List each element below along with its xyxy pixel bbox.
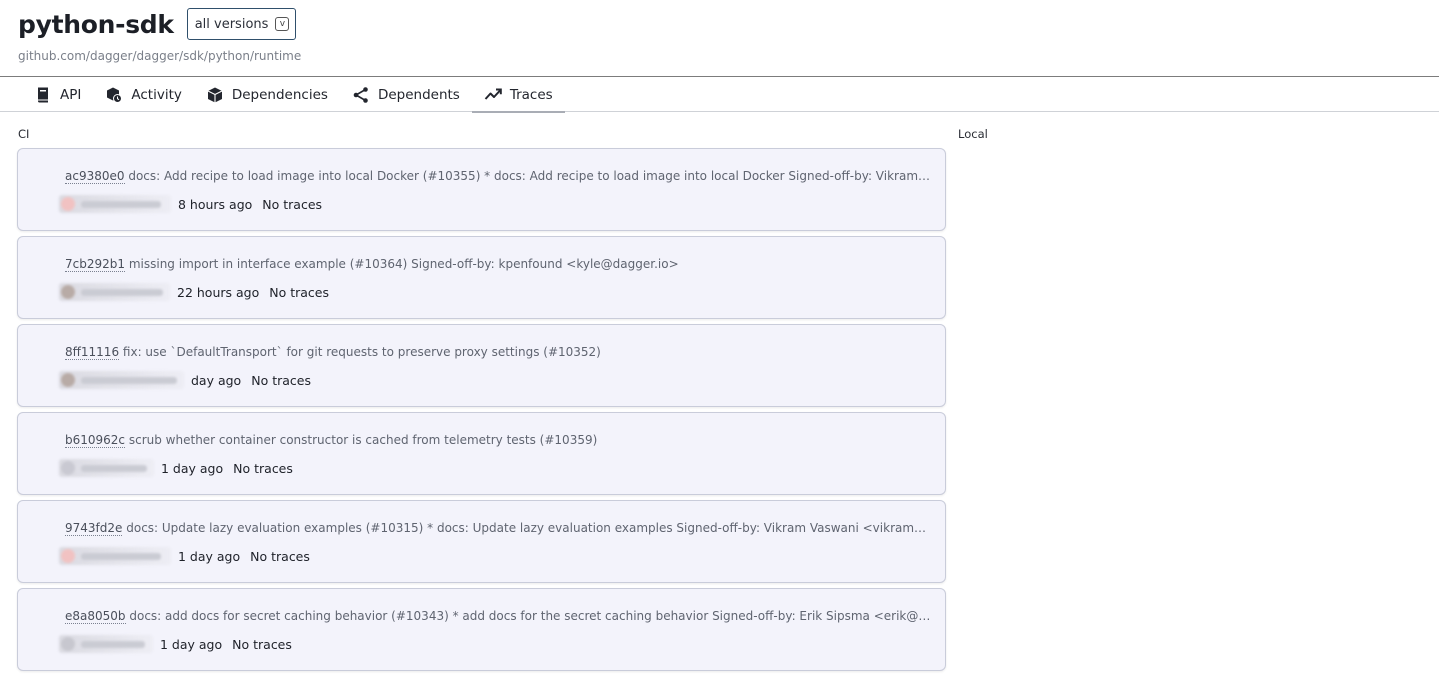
local-column-label: Local [958,127,988,141]
page-title: python-sdk [18,9,174,39]
ci-column-label: CI [18,127,30,141]
author-avatar-blurred [59,547,171,565]
commit-title: e8a8050b docs: add docs for secret cachi… [65,609,933,626]
ci-commit-list: ac9380e0 docs: Add recipe to load image … [17,148,946,676]
commit-sha-link[interactable]: b610962c [65,433,126,448]
commit-card[interactable]: e8a8050b docs: add docs for secret cachi… [17,588,946,671]
commit-message: docs: add docs for secret caching behavi… [129,609,933,623]
commit-card[interactable]: b610962c scrub whether container constru… [17,412,946,495]
commit-title: 7cb292b1 missing import in interface exa… [65,257,933,274]
commit-time: day ago [191,372,242,388]
activity-box-icon [107,87,123,103]
commit-card[interactable]: ac9380e0 docs: Add recipe to load image … [17,148,946,231]
author-avatar-blurred [59,195,171,213]
commit-sha-link[interactable]: ac9380e0 [65,169,125,184]
tab-bar: API Activity Dependencies Dependents Tra… [0,76,1439,113]
commit-sha-link[interactable]: 9743fd2e [65,521,123,536]
commit-time: 1 day ago [161,460,224,476]
author-avatar-blurred [59,371,184,389]
commit-message: scrub whether container constructor is c… [128,433,598,447]
traces-status: No traces [269,284,329,300]
tab-dependencies[interactable]: Dependencies [194,77,340,112]
commit-time: 1 day ago [160,636,223,652]
commit-sha-link[interactable]: 8ff11116 [65,345,120,360]
commit-message: missing import in interface example (#10… [128,257,679,271]
commit-title: ac9380e0 docs: Add recipe to load image … [65,169,933,186]
author-avatar-blurred [59,635,153,653]
tab-label: Dependents [377,86,460,103]
trend-icon [484,88,502,100]
module-path: github.com/dagger/dagger/sdk/python/runt… [18,49,302,63]
commit-message: docs: Add recipe to load image into loca… [128,169,933,183]
traces-status: No traces [250,548,310,564]
tab-api[interactable]: API [22,77,93,112]
page-header: python-sdk all versions v github.com/dag… [18,6,618,66]
commit-title: 9743fd2e docs: Update lazy evaluation ex… [65,521,933,538]
tab-activity[interactable]: Activity [93,77,194,112]
commit-time: 22 hours ago [177,284,260,300]
commit-sha-link[interactable]: e8a8050b [65,609,126,624]
traces-status: No traces [232,636,292,652]
package-icon [207,87,223,102]
commit-message: fix: use `DefaultTransport` for git requ… [122,345,601,359]
commit-time: 1 day ago [178,548,241,564]
commit-title: 8ff11116 fix: use `DefaultTransport` for… [65,345,933,362]
tab-traces[interactable]: Traces [471,77,565,113]
commit-message: docs: Update lazy evaluation examples (#… [126,521,933,535]
commit-title: b610962c scrub whether container constru… [65,433,933,450]
commit-card[interactable]: 9743fd2e docs: Update lazy evaluation ex… [17,500,946,583]
tab-dependents[interactable]: Dependents [340,77,472,112]
book-icon [38,87,48,102]
commit-card[interactable]: 7cb292b1 missing import in interface exa… [17,236,946,319]
version-select[interactable]: all versions v [186,8,297,40]
version-select-value: all versions [194,16,269,32]
tab-label: Dependencies [231,86,328,103]
traces-status: No traces [251,372,311,388]
share-icon [353,86,368,103]
tab-label: Traces [509,86,553,103]
traces-status: No traces [233,460,293,476]
tab-label: API [60,86,82,103]
commit-time: 8 hours ago [178,196,253,212]
tab-label: Activity [131,86,182,103]
author-avatar-blurred [59,459,154,477]
traces-status: No traces [262,196,323,212]
chevron-down-icon: v [275,17,290,31]
commit-card[interactable]: 8ff11116 fix: use `DefaultTransport` for… [17,324,946,407]
author-avatar-blurred [59,283,170,301]
commit-sha-link[interactable]: 7cb292b1 [65,257,126,272]
